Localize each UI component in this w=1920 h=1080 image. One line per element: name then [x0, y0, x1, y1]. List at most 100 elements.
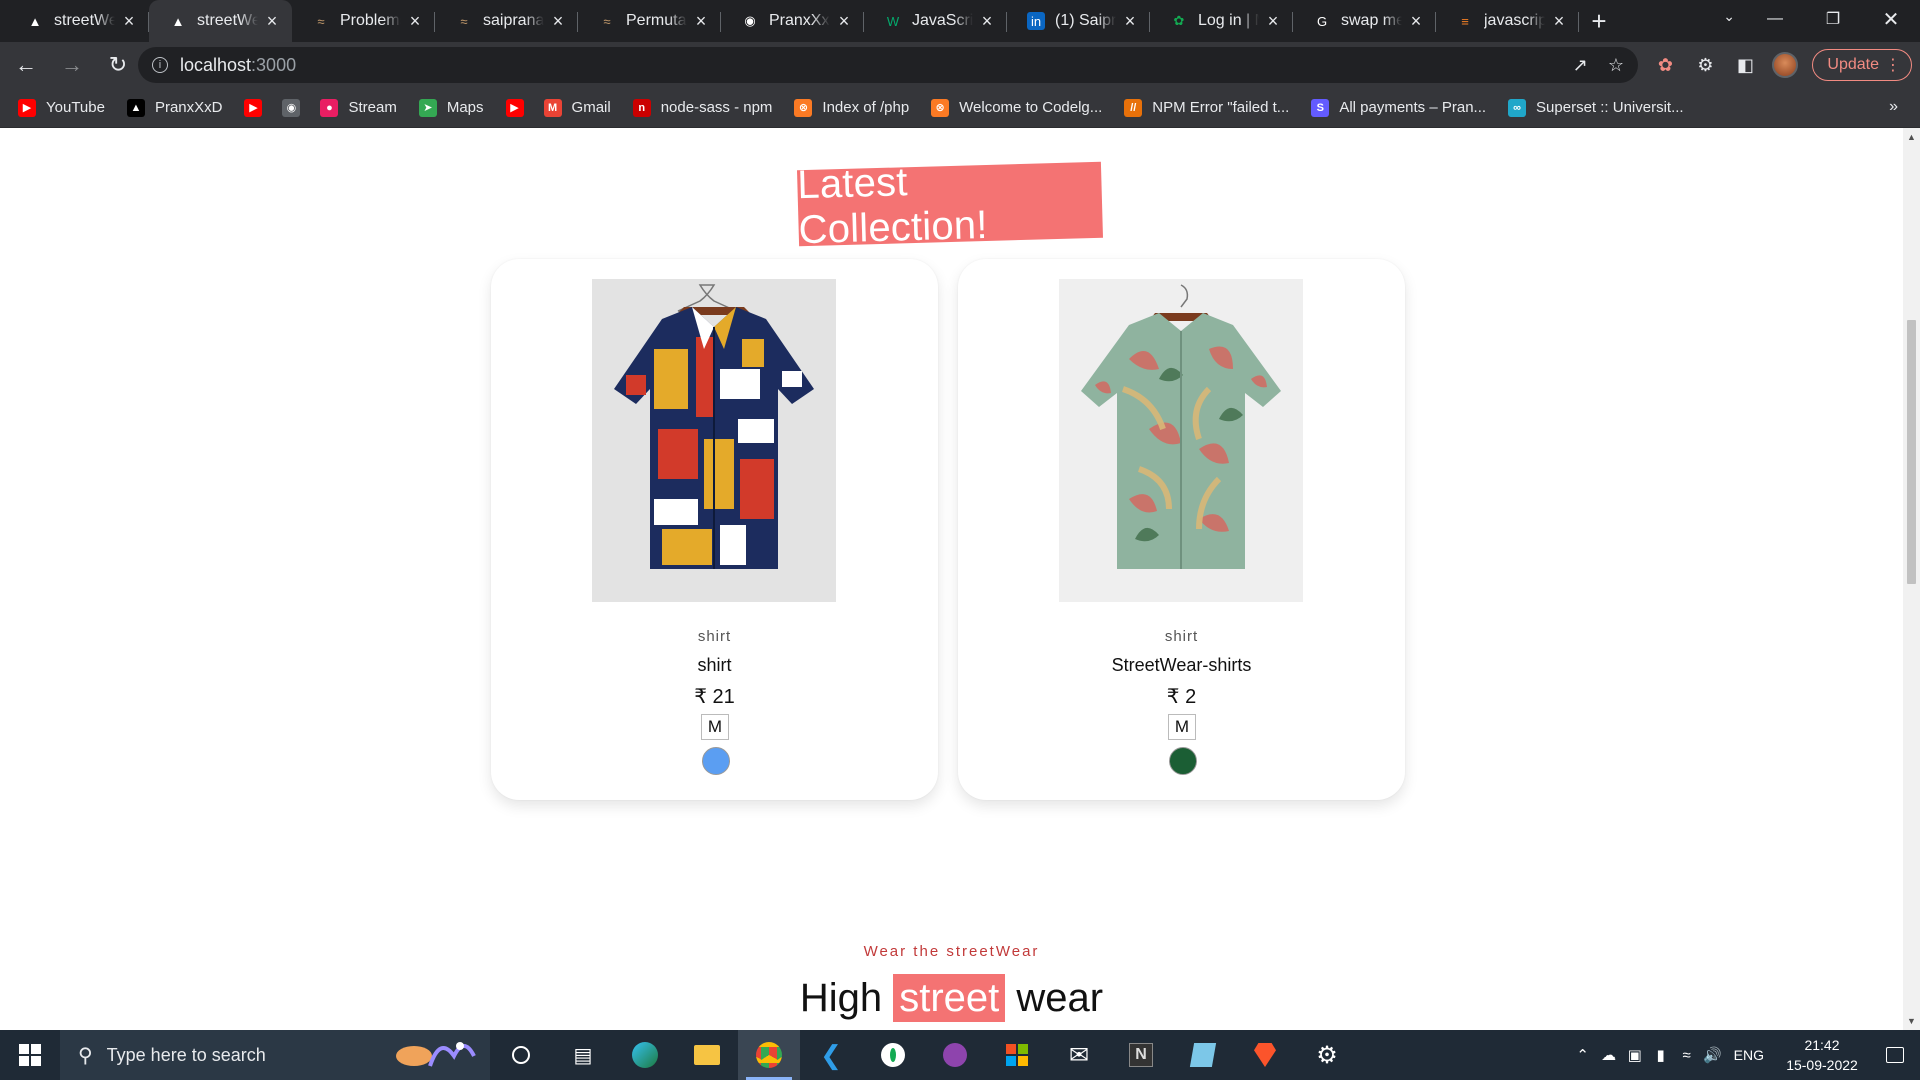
language-indicator[interactable]: ENG — [1734, 1047, 1764, 1063]
file-explorer-icon[interactable] — [676, 1030, 738, 1080]
vercel-icon: ▲ — [126, 98, 145, 117]
bookmark-item[interactable]: n node-sass - npm — [632, 98, 772, 117]
address-bar[interactable]: i localhost:3000 ↗ ☆ — [138, 47, 1638, 83]
tab[interactable]: ≈ saipranay × — [435, 0, 578, 42]
back-icon[interactable]: ← — [6, 45, 46, 85]
close-tab-icon[interactable]: × — [550, 11, 566, 32]
size-option[interactable]: M — [701, 714, 729, 740]
restore-icon[interactable]: ❐ — [1804, 0, 1862, 38]
bookmark-star-icon[interactable]: ☆ — [1608, 55, 1624, 76]
close-tab-icon[interactable]: × — [836, 11, 852, 32]
bookmark-item[interactable]: ⊗ Welcome to Codelg... — [931, 98, 1102, 117]
share-icon[interactable]: ↗ — [1573, 55, 1588, 76]
bookmark-item[interactable]: ▲ PranxXxD — [126, 98, 222, 117]
side-panel-icon[interactable]: ◧ — [1732, 52, 1758, 78]
bookmark-item[interactable]: ⊗ Index of /php — [794, 98, 909, 117]
update-button[interactable]: Update ⋮ — [1812, 49, 1912, 81]
bookmark-item[interactable]: // NPM Error "failed t... — [1124, 98, 1289, 117]
forward-icon[interactable]: → — [52, 45, 92, 85]
scroll-up-icon[interactable]: ▲ — [1903, 132, 1920, 142]
close-tab-icon[interactable]: × — [121, 11, 137, 32]
profile-avatar[interactable] — [1772, 52, 1799, 78]
chrome-icon[interactable] — [738, 1030, 800, 1080]
color-swatch[interactable] — [1169, 747, 1197, 775]
tab[interactable]: ≈ Problems × — [292, 0, 435, 42]
bookmark-item[interactable]: ➤ Maps — [418, 98, 484, 117]
close-tab-icon[interactable]: × — [1265, 11, 1281, 32]
bookmark-item[interactable]: M Gmail — [543, 98, 611, 117]
product-name[interactable]: StreetWear-shirts — [958, 655, 1405, 676]
extensions-puzzle-icon[interactable]: ⚙ — [1692, 52, 1718, 78]
address-host: localhost — [180, 54, 252, 75]
tab[interactable]: W JavaScript × — [864, 0, 1007, 42]
tab[interactable]: ▲ streetWear × — [149, 0, 292, 42]
menu-dots-icon[interactable]: ⋮ — [1885, 55, 1901, 75]
sticky-app-icon[interactable] — [1172, 1030, 1234, 1080]
edge-icon[interactable] — [614, 1030, 676, 1080]
bookmark-item[interactable]: ▶ — [505, 98, 534, 117]
settings-gear-icon[interactable]: ⚙ — [1296, 1030, 1358, 1080]
page-scrollbar[interactable]: ▲ ▼ — [1903, 128, 1920, 1030]
color-swatch[interactable] — [702, 747, 730, 775]
device-icon[interactable]: ▣ — [1622, 1046, 1648, 1064]
tab[interactable]: ▲ streetWear × — [6, 0, 149, 42]
onedrive-cloud-icon[interactable]: ☁ — [1596, 1046, 1622, 1064]
product-name[interactable]: shirt — [491, 655, 938, 676]
close-tab-icon[interactable]: × — [264, 11, 280, 32]
close-window-icon[interactable]: ✕ — [1862, 0, 1920, 38]
product-card[interactable]: shirt StreetWear-shirts ₹ 2 M — [958, 259, 1405, 800]
battery-icon[interactable]: ▮ — [1648, 1046, 1674, 1064]
tab[interactable]: ✿ Log in | MongoDB × — [1150, 0, 1293, 42]
start-button[interactable] — [0, 1030, 60, 1080]
tab[interactable]: ≡ javascript × — [1436, 0, 1579, 42]
tab-title: javascript — [1484, 12, 1545, 29]
task-view-icon[interactable]: ▤ — [552, 1030, 614, 1080]
tab[interactable]: ≈ Permutation × — [578, 0, 721, 42]
bookmark-item[interactable]: ◉ — [282, 98, 310, 117]
npm-icon: n — [632, 98, 651, 117]
mail-icon[interactable]: ✉ — [1048, 1030, 1110, 1080]
mongodb-compass-icon[interactable] — [862, 1030, 924, 1080]
close-tab-icon[interactable]: × — [1551, 11, 1567, 32]
close-tab-icon[interactable]: × — [407, 11, 423, 32]
bookmarks-overflow-icon[interactable]: » — [1889, 98, 1898, 116]
product-image[interactable] — [1059, 279, 1303, 602]
bookmark-item[interactable]: ▶ — [244, 98, 272, 117]
bookmark-item[interactable]: ∞ Superset :: Universit... — [1508, 98, 1684, 117]
microsoft-store-icon[interactable] — [986, 1030, 1048, 1080]
new-tab-button[interactable]: + — [1579, 0, 1619, 42]
wifi-icon[interactable]: ≈ — [1674, 1047, 1700, 1064]
clock[interactable]: 21:42 15-09-2022 — [1774, 1035, 1870, 1075]
product-card[interactable]: shirt shirt ₹ 21 M — [491, 259, 938, 800]
tab[interactable]: ◉ PranxXxD × — [721, 0, 864, 42]
bookmark-label: Maps — [446, 99, 484, 116]
close-tab-icon[interactable]: × — [693, 11, 709, 32]
product-image[interactable] — [592, 279, 836, 602]
close-tab-icon[interactable]: × — [1122, 11, 1138, 32]
notion-icon[interactable]: N — [1110, 1030, 1172, 1080]
reload-icon[interactable]: ↻ — [98, 45, 138, 85]
bookmark-item[interactable]: S All payments – Pran... — [1311, 98, 1486, 117]
site-info-icon[interactable]: i — [152, 57, 168, 73]
scrollbar-thumb[interactable] — [1907, 320, 1916, 584]
chevron-up-icon[interactable]: ⌃ — [1570, 1046, 1596, 1064]
tab[interactable]: Gswap method × — [1293, 0, 1436, 42]
cortana-icon[interactable] — [490, 1030, 552, 1080]
tab[interactable]: in (1) Saipranay × — [1007, 0, 1150, 42]
bookmark-item[interactable]: ▶ YouTube — [18, 98, 105, 117]
tab-search-icon[interactable]: ⌄ — [1723, 8, 1735, 25]
notification-icon[interactable] — [1870, 1047, 1920, 1063]
scroll-down-icon[interactable]: ▼ — [1903, 1016, 1920, 1026]
brave-icon[interactable] — [1234, 1030, 1296, 1080]
size-option[interactable]: M — [1168, 714, 1196, 740]
page-viewport: Latest Collection! shirt shirt ₹ 21 M sh… — [0, 128, 1903, 1030]
github-desktop-icon[interactable] — [924, 1030, 986, 1080]
cookie-extension-icon[interactable]: ✿ — [1652, 52, 1678, 78]
volume-icon[interactable]: 🔊 — [1700, 1046, 1726, 1064]
close-tab-icon[interactable]: × — [979, 11, 995, 32]
vscode-icon[interactable]: ❮ — [800, 1030, 862, 1080]
close-tab-icon[interactable]: × — [1408, 11, 1424, 32]
bookmark-item[interactable]: ● Stream — [320, 98, 397, 117]
minimize-icon[interactable]: — — [1746, 0, 1804, 38]
taskbar-search[interactable]: ⚲ Type here to search — [60, 1030, 490, 1080]
